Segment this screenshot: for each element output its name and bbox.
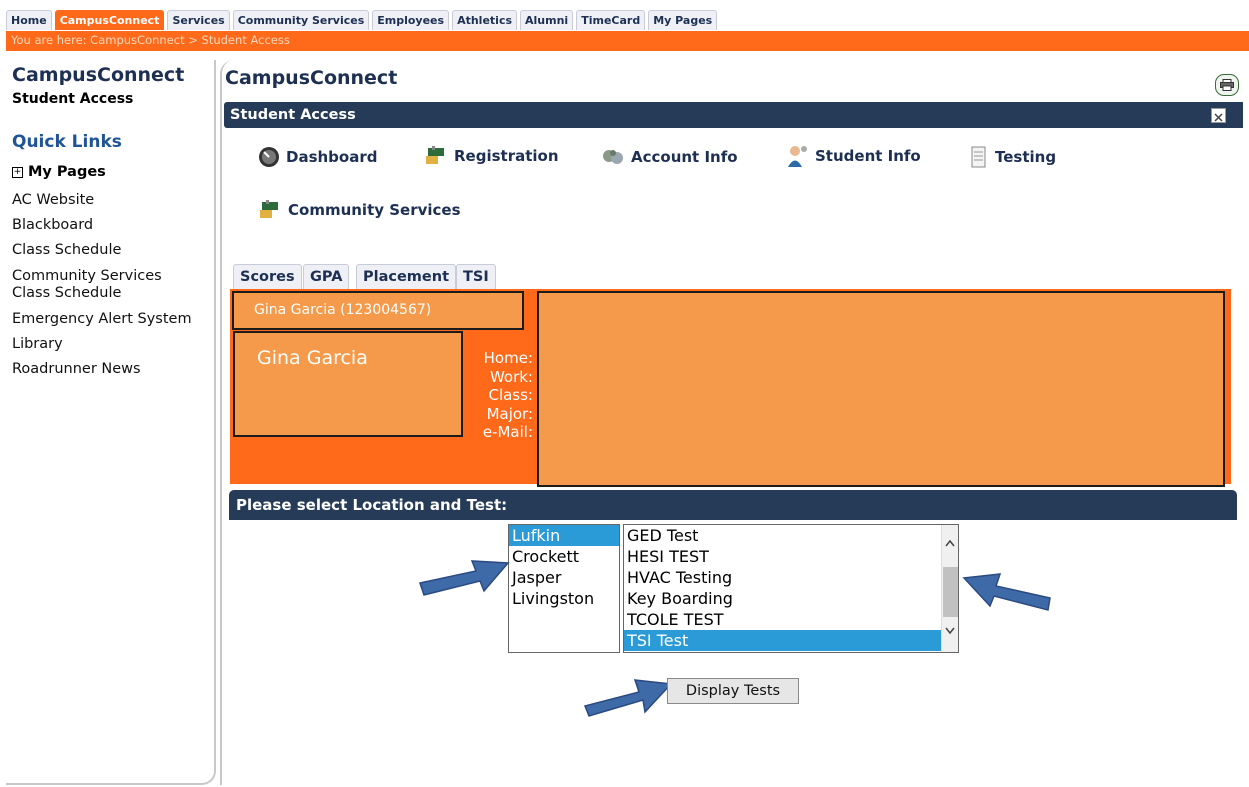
menu-account-info-label: Account Info	[631, 148, 738, 166]
location-option-livingston[interactable]: Livingston	[509, 588, 619, 609]
menu-testing-label: Testing	[995, 148, 1057, 166]
chevron-down-icon[interactable]	[945, 627, 955, 635]
menu-dashboard-label: Dashboard	[286, 148, 378, 166]
menu-account-info[interactable]: Account Info	[601, 146, 738, 168]
label-major: Major:	[486, 404, 533, 423]
test-option-tsi[interactable]: TSI Test	[624, 630, 941, 651]
label-work: Work:	[489, 367, 533, 386]
scrollbar-thumb[interactable]	[943, 567, 958, 617]
location-option-lufkin[interactable]: Lufkin	[509, 525, 619, 546]
sidebar-my-pages-label: My Pages	[28, 164, 106, 180]
label-home: Home:	[483, 349, 533, 367]
menu-testing[interactable]: Testing	[969, 145, 1056, 169]
nav-tab-services[interactable]: Services	[167, 10, 230, 30]
sidebar-subtitle: Student Access	[12, 91, 134, 107]
nav-tab-my-pages[interactable]: My Pages	[648, 10, 718, 30]
menu-community-services[interactable]: Community Services	[258, 198, 461, 222]
location-listbox[interactable]: Lufkin Crockett Jasper Livingston	[508, 524, 620, 653]
test-option-tcole[interactable]: TCOLE TEST	[624, 609, 958, 630]
menu-student-info[interactable]: Student Info	[785, 144, 921, 168]
top-nav: Home CampusConnect Services Community Se…	[6, 10, 718, 31]
menu-student-info-label: Student Info	[815, 147, 921, 165]
settings-icon[interactable]	[1211, 108, 1226, 123]
label-class: Class:	[488, 386, 533, 404]
sidebar: CampusConnect Student Access Quick Links…	[6, 60, 216, 785]
community-services-icon	[260, 200, 278, 218]
print-button[interactable]	[1215, 74, 1239, 96]
quick-links-heading: Quick Links	[12, 132, 122, 152]
sidebar-link-ac-website[interactable]: AC Website	[12, 192, 207, 209]
tab-scores[interactable]: Scores	[233, 264, 302, 289]
contact-labels: Home: Work: Class: Major: e-Mail:	[463, 349, 533, 442]
sidebar-link-emergency-alert-system[interactable]: Emergency Alert System	[12, 311, 207, 328]
location-option-crockett[interactable]: Crockett	[509, 546, 619, 567]
tab-tsi[interactable]: TSI	[456, 264, 496, 289]
dashboard-icon	[259, 147, 279, 167]
sidebar-link-community-services-class-schedule[interactable]: Community Services Class Schedule	[12, 268, 187, 302]
page-title: CampusConnect	[225, 67, 398, 89]
nav-tab-campusconnect[interactable]: CampusConnect	[54, 10, 165, 30]
testing-icon	[971, 146, 986, 168]
tab-placement[interactable]: Placement	[356, 264, 457, 289]
label-email: e-Mail:	[482, 423, 533, 441]
sidebar-my-pages[interactable]: + My Pages	[12, 164, 106, 180]
printer-icon	[1220, 79, 1234, 91]
breadcrumb: You are here: CampusConnect > Student Ac…	[6, 31, 1249, 51]
menu-registration-label: Registration	[454, 147, 559, 165]
nav-tab-athletics[interactable]: Athletics	[452, 10, 518, 30]
sidebar-link-roadrunner-news[interactable]: Roadrunner News	[12, 361, 207, 378]
nav-tab-alumni[interactable]: Alumni	[520, 10, 574, 30]
test-listbox-scrollbar[interactable]	[941, 525, 958, 652]
sidebar-title: CampusConnect	[12, 64, 185, 86]
student-name: Gina Garcia	[233, 331, 463, 437]
redacted-contact-details	[537, 291, 1225, 487]
select-location-test-bar: Please select Location and Test:	[229, 490, 1237, 520]
annotation-arrow-right-icon	[419, 560, 510, 596]
nav-tab-community-services[interactable]: Community Services	[232, 10, 370, 30]
expand-icon[interactable]: +	[12, 166, 23, 178]
test-option-ged[interactable]: GED Test	[624, 525, 958, 546]
test-option-key-boarding[interactable]: Key Boarding	[624, 588, 958, 609]
test-option-hvac[interactable]: HVAC Testing	[624, 567, 958, 588]
menu-registration[interactable]: Registration	[424, 144, 559, 168]
test-listbox[interactable]: GED Test HESI TEST HVAC Testing Key Boar…	[623, 524, 959, 653]
student-name-id: Gina Garcia (123004567)	[232, 291, 524, 330]
account-info-icon	[603, 150, 623, 164]
sidebar-link-library[interactable]: Library	[12, 336, 207, 353]
nav-tab-employees[interactable]: Employees	[372, 10, 450, 30]
tab-gpa[interactable]: GPA	[303, 264, 350, 289]
annotation-arrow-button-icon	[583, 679, 673, 717]
registration-icon	[426, 146, 444, 164]
student-access-bar: Student Access	[224, 102, 1243, 128]
sidebar-link-class-schedule[interactable]: Class Schedule	[12, 242, 207, 259]
display-tests-button[interactable]: Display Tests	[667, 678, 799, 704]
annotation-arrow-left-icon	[962, 573, 1051, 611]
menu-dashboard[interactable]: Dashboard	[258, 146, 377, 168]
sidebar-link-blackboard[interactable]: Blackboard	[12, 217, 207, 234]
nav-tab-home[interactable]: Home	[6, 10, 52, 30]
menu-community-services-label: Community Services	[288, 201, 461, 219]
test-option-hesi[interactable]: HESI TEST	[624, 546, 958, 567]
student-info-icon	[788, 146, 807, 167]
nav-tab-timecard[interactable]: TimeCard	[576, 10, 646, 30]
chevron-up-icon[interactable]	[945, 539, 955, 547]
location-option-jasper[interactable]: Jasper	[509, 567, 619, 588]
